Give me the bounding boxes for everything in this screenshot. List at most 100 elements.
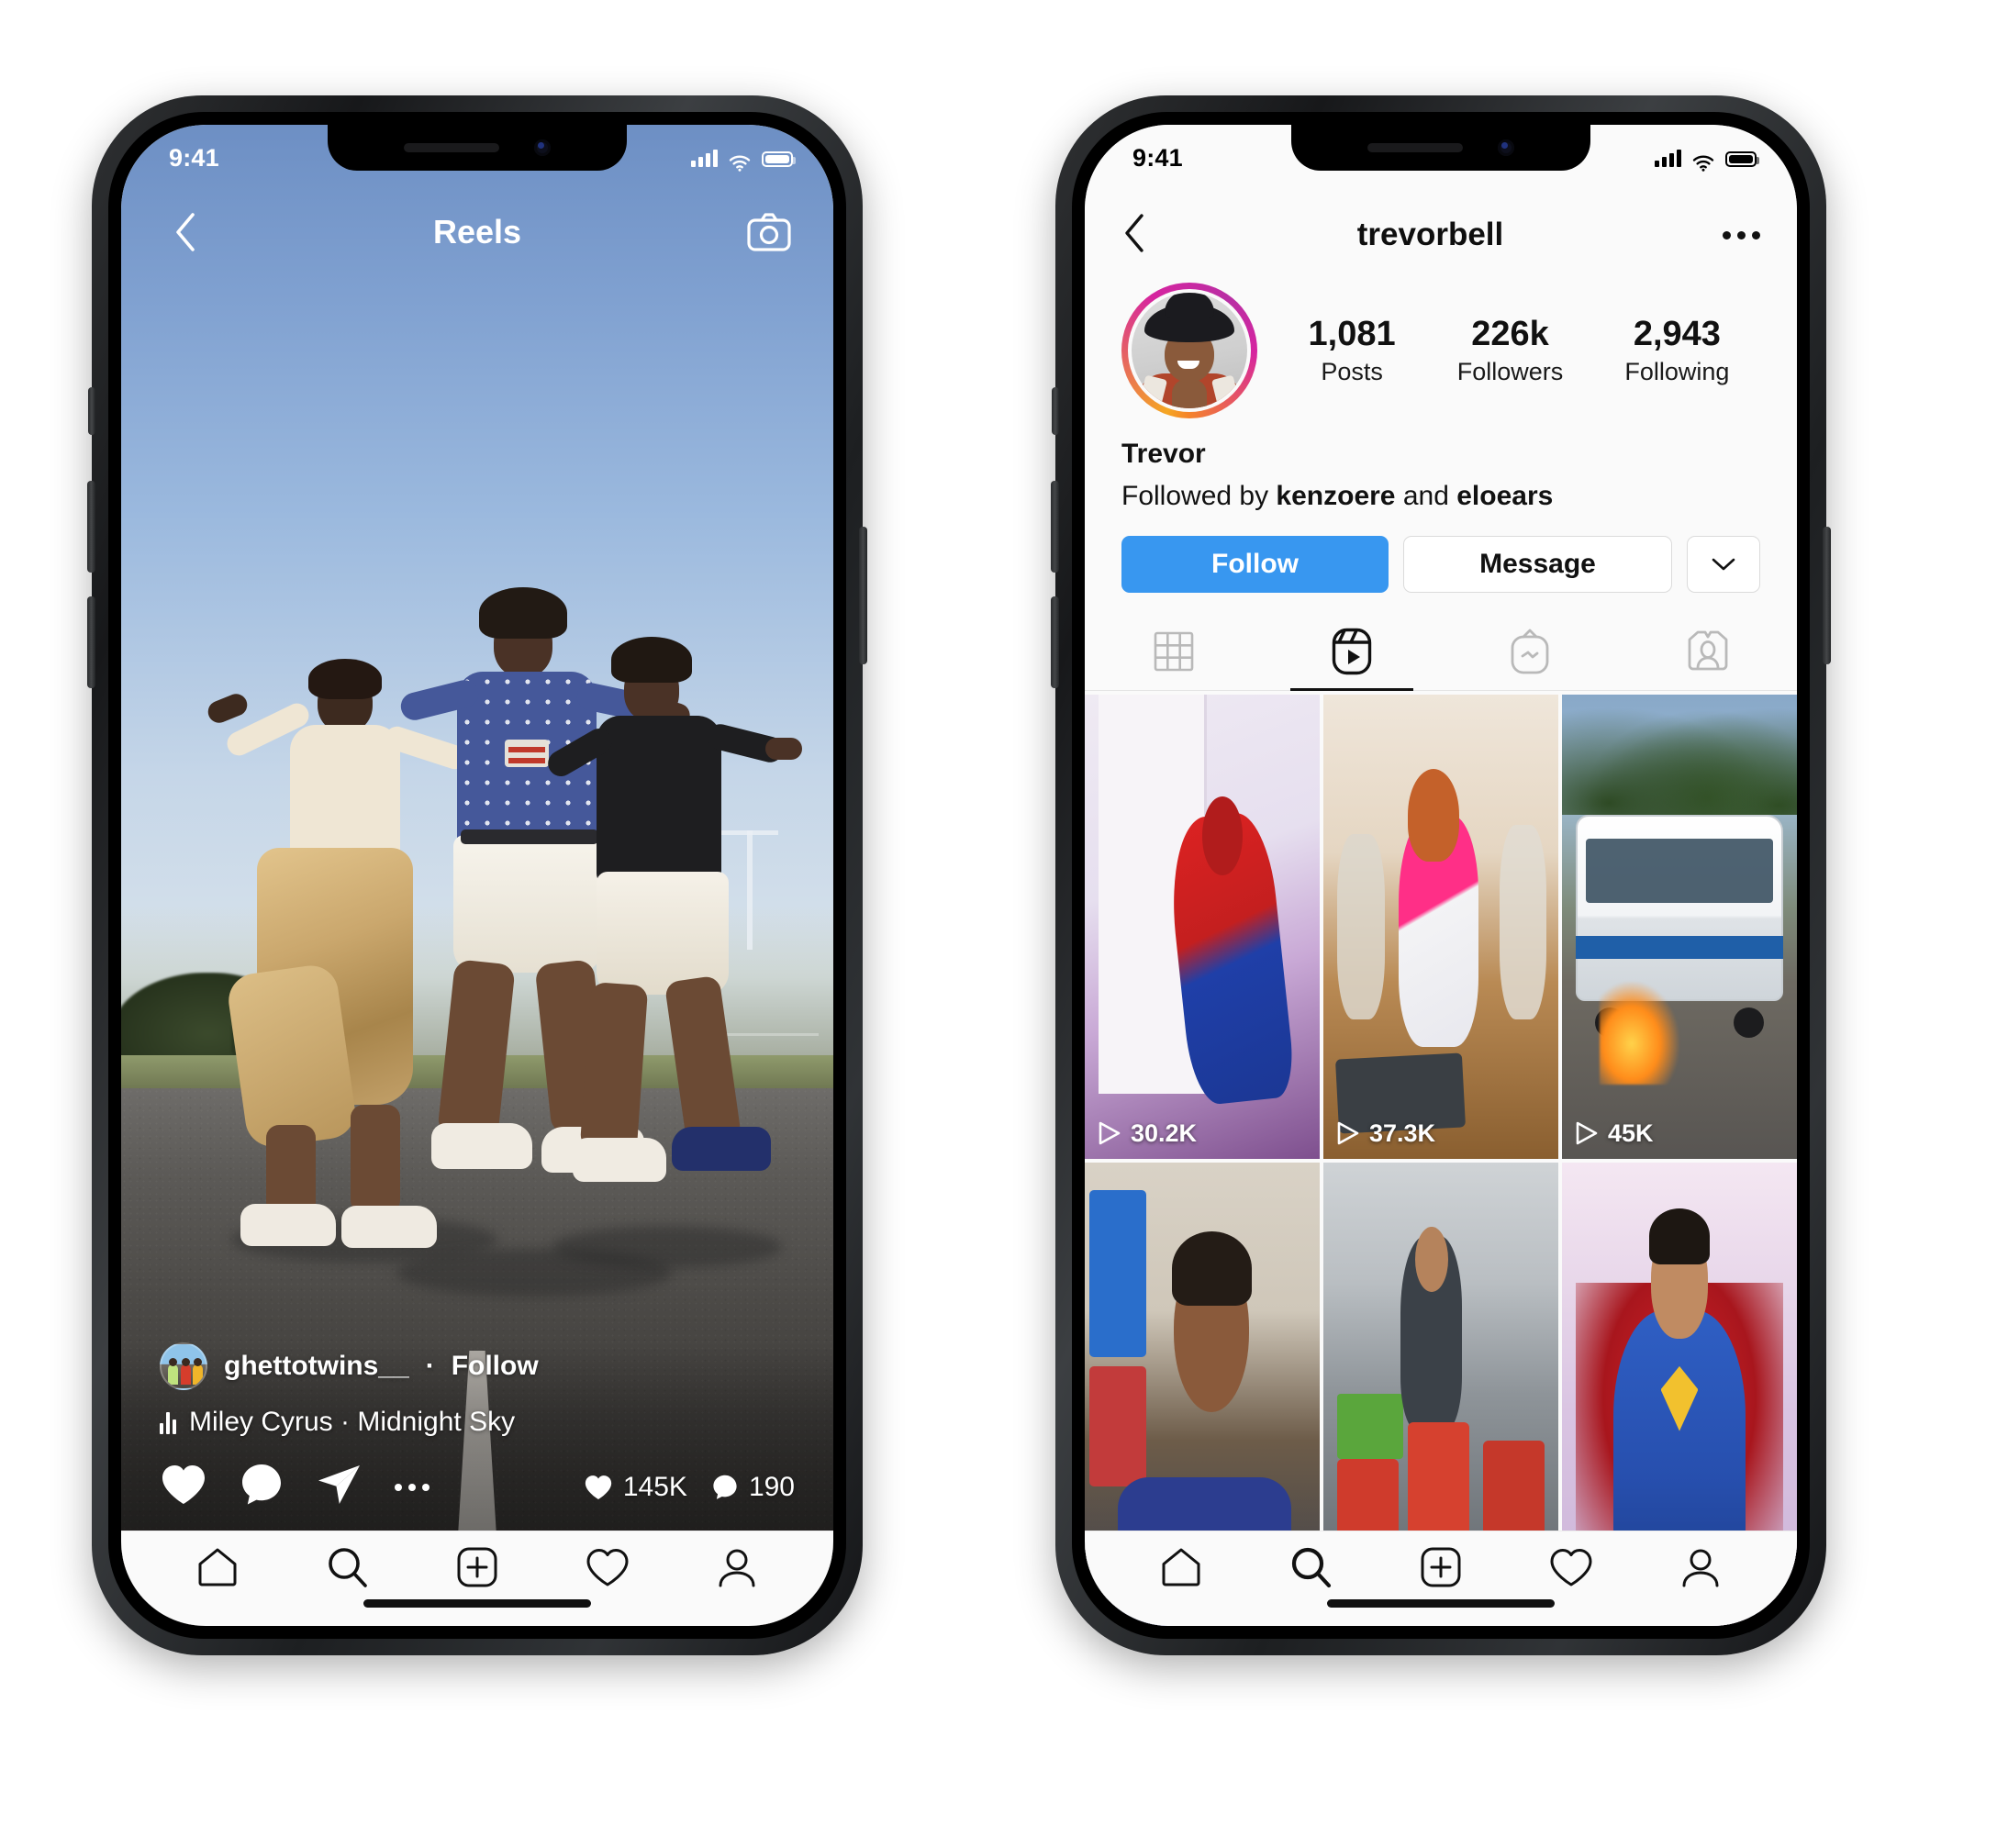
reels-grid: 30.2K 37.3K 45K [1085,691,1797,1626]
comment-count-badge: 190 [711,1472,795,1503]
more-options-icon[interactable] [1723,230,1760,239]
follow-button[interactable]: Follow [1121,536,1389,593]
screenshot-canvas: 9:41 Reels ghettotwins__ · Follow Miley … [0,0,2008,1848]
cellular-bars-icon [1655,149,1681,167]
posts-count: 1,081 [1308,315,1396,354]
play-icon [1575,1120,1599,1146]
like-icon[interactable] [160,1463,207,1511]
search-icon[interactable] [1287,1543,1334,1591]
followers-label: Followers [1456,357,1564,385]
profile-bio: Trevor Followed by kenzoere and eloears [1085,418,1797,512]
grid-icon [1153,630,1195,677]
comment-icon[interactable] [239,1462,284,1512]
mutual-follower-2[interactable]: eloears [1456,481,1553,511]
message-button[interactable]: Message [1403,536,1672,593]
battery-icon [1725,151,1759,167]
profile-page: trevorbell 1,081 Posts 226k Followers 2,… [1085,125,1797,1626]
igtv-tab[interactable] [1441,617,1619,690]
earpiece-speaker [404,143,499,152]
like-count-badge: 145K [584,1472,687,1503]
profile-stats: 1,081 Posts 226k Followers 2,943 Followi… [1257,315,1760,386]
phone-bezel: 9:41 Reels ghettotwins__ · Follow Miley … [108,112,846,1639]
audio-track-label: Miley Cyrus · Midnight Sky [189,1407,516,1437]
stat-following[interactable]: 2,943 Following [1624,315,1729,386]
view-count: 30.2K [1131,1119,1198,1147]
reel-author-row[interactable]: ghettotwins__ · Follow [160,1342,795,1390]
tagged-tab[interactable] [1619,617,1797,690]
avatar[interactable] [1121,283,1257,418]
volume-up-button[interactable] [87,481,95,573]
share-icon[interactable] [316,1463,363,1511]
audio-track-row[interactable]: Miley Cyrus · Midnight Sky [160,1407,795,1438]
follow-link[interactable]: Follow [452,1351,539,1382]
stat-posts[interactable]: 1,081 Posts [1309,315,1396,386]
home-icon[interactable] [194,1543,241,1591]
view-count: 37.3K [1369,1119,1436,1147]
bottom-tab-bar-reels [121,1531,833,1626]
wifi-icon [729,150,751,172]
view-count-badge: 30.2K [1098,1119,1197,1148]
profile-username-title: trevorbell [1356,217,1504,252]
profile-navbar: trevorbell [1085,191,1797,279]
reels-header: Reels [121,191,833,273]
posts-label: Posts [1321,357,1383,385]
author-username[interactable]: ghettotwins__ [224,1351,409,1382]
stat-followers[interactable]: 226k Followers [1457,315,1564,386]
followed-by-join: and [1395,481,1457,511]
add-post-icon[interactable] [453,1543,501,1591]
device-notch [328,125,627,171]
device-notch [1291,125,1590,171]
followers-count: 226k [1471,315,1549,354]
camera-icon[interactable] [743,206,795,258]
following-label: Following [1624,357,1730,385]
profile-icon[interactable] [713,1543,761,1591]
author-avatar[interactable] [160,1342,207,1390]
power-button[interactable] [859,527,867,664]
like-count: 145K [622,1471,687,1502]
phone-device-reels: 9:41 Reels ghettotwins__ · Follow Miley … [87,95,867,1655]
volume-up-button[interactable] [1051,481,1059,573]
play-icon [1336,1120,1360,1146]
grid-tab[interactable] [1085,617,1263,690]
add-post-icon[interactable] [1417,1543,1465,1591]
status-time: 9:41 [169,143,219,172]
home-icon[interactable] [1157,1543,1205,1591]
activity-heart-icon[interactable] [584,1544,631,1590]
search-icon[interactable] [323,1543,371,1591]
grid-item[interactable]: 30.2K [1085,695,1320,1159]
reel-actions-row: 145K 190 [160,1462,795,1512]
home-indicator[interactable] [1327,1599,1555,1608]
reels-tab[interactable] [1263,617,1441,690]
profile-action-buttons: Follow Message [1085,512,1797,593]
comment-count: 190 [748,1471,795,1502]
mutual-follower-1[interactable]: kenzoere [1276,481,1395,511]
avatar-photo [1132,293,1247,408]
back-icon[interactable] [160,206,211,258]
silence-switch[interactable] [1052,387,1059,435]
like-small-icon [585,1475,612,1499]
profile-icon[interactable] [1677,1543,1724,1591]
power-button[interactable] [1823,527,1831,664]
front-camera [534,139,551,156]
view-count: 45K [1608,1119,1654,1147]
chevron-down-icon[interactable] [1687,536,1760,593]
volume-down-button[interactable] [1051,596,1059,688]
phone-device-profile: trevorbell 1,081 Posts 226k Followers 2,… [1051,95,1831,1655]
volume-down-button[interactable] [87,596,95,688]
grid-item[interactable]: 45K [1562,695,1797,1159]
activity-heart-icon[interactable] [1547,1544,1595,1590]
cellular-bars-icon [691,149,718,167]
reels-screen: 9:41 Reels ghettotwins__ · Follow Miley … [121,125,833,1626]
grid-item[interactable]: 37.3K [1323,695,1558,1159]
home-indicator[interactable] [363,1599,591,1608]
wifi-icon [1692,150,1714,172]
silence-switch[interactable] [88,387,95,435]
bottom-tab-bar-profile [1085,1531,1797,1626]
more-options-icon[interactable] [395,1483,429,1491]
following-count: 2,943 [1633,315,1721,354]
view-count-badge: 45K [1575,1119,1654,1148]
reels-icon [1332,628,1372,680]
play-icon [1098,1120,1121,1146]
page-title: Reels [432,213,522,250]
reel-info-overlay: ghettotwins__ · Follow Miley Cyrus · Mid… [121,1342,833,1531]
